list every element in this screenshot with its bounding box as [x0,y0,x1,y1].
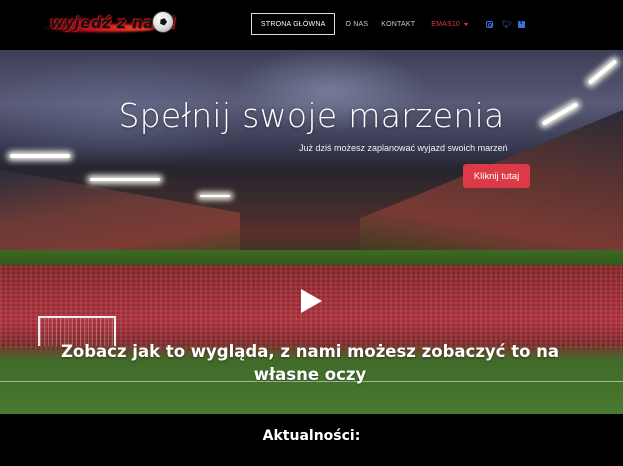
nav-item-home[interactable]: STRONA GŁÓWNA [251,13,336,35]
main-nav: STRONA GŁÓWNA O NAS KONTAKT EMAS10 🐦︎ [251,13,526,35]
football-icon [152,11,174,33]
nav-item-user-dropdown[interactable]: EMAS10 [431,20,469,28]
hero-title: Spełnij swoje marzenia [118,96,505,135]
news-section: Aktualności: [0,414,623,466]
hero-banner [0,50,623,265]
site-logo[interactable]: wyjedź z nami [40,10,175,36]
news-heading: Aktualności: [262,428,361,444]
hero-cta-button[interactable]: Kliknij tutaj [463,164,530,188]
floodlight [90,178,160,181]
caret-down-icon [464,22,469,26]
hero-subtitle: Już dziś możesz zaplanować wyjazd swoich… [299,143,508,153]
video-caption: Zobacz jak to wygląda, z nami możesz zob… [60,342,560,384]
floodlight [587,59,618,85]
nav-item-about[interactable]: O NAS [345,21,368,28]
floodlight [200,195,230,197]
twitter-icon[interactable]: 🐦︎ [502,20,512,28]
facebook-icon[interactable] [518,19,526,28]
instagram-icon[interactable] [486,20,494,28]
social-links: 🐦︎ [486,19,526,28]
floodlight [10,154,70,158]
nav-item-user-label: EMAS10 [431,20,461,28]
nav-item-contact[interactable]: KONTAKT [381,21,415,28]
stadium-pitch [0,250,623,265]
play-icon[interactable] [301,289,322,313]
navbar: wyjedź z nami STRONA GŁÓWNA O NAS KONTAK… [0,0,623,50]
